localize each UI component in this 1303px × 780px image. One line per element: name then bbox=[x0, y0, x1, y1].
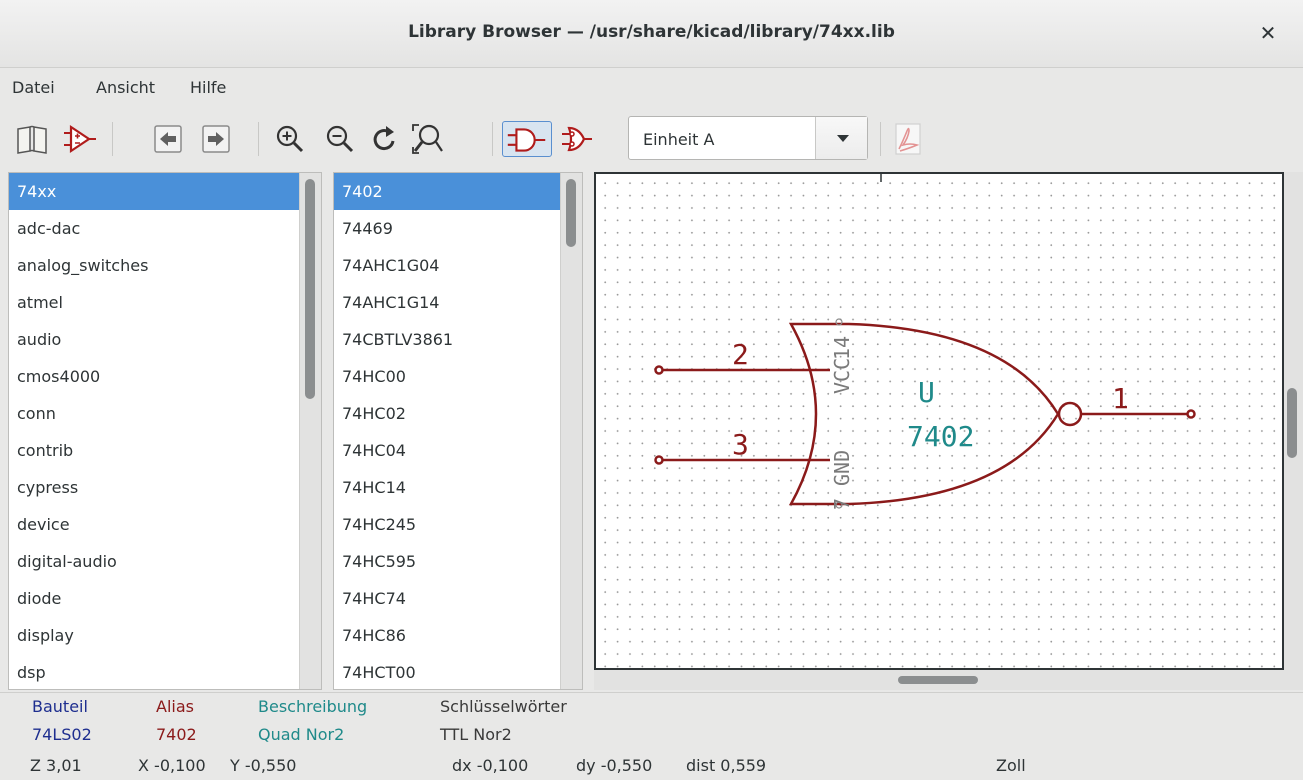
canvas-horizontal-scrollbar[interactable] bbox=[594, 670, 1303, 690]
library-list-scrollbar[interactable] bbox=[299, 173, 321, 689]
close-icon: ✕ bbox=[1259, 21, 1277, 45]
window-title: Library Browser — /usr/share/kicad/libra… bbox=[408, 22, 895, 42]
pin-2-end bbox=[654, 365, 664, 375]
info-label-beschreibung: Beschreibung bbox=[258, 697, 368, 716]
canvas-horizontal-scroll-thumb[interactable] bbox=[898, 676, 978, 684]
symbol-reference: U bbox=[918, 376, 935, 409]
toolbar-separator bbox=[492, 122, 493, 156]
pin-3-number: 3 bbox=[732, 428, 749, 461]
menu-datei[interactable]: Datei bbox=[12, 78, 55, 97]
list-item[interactable]: conn bbox=[9, 395, 299, 432]
info-label-alias: Alias bbox=[156, 697, 194, 716]
menu-bar: Datei Ansicht Hilfe bbox=[0, 68, 1303, 108]
list-item[interactable]: cmos4000 bbox=[9, 358, 299, 395]
toolbar-separator bbox=[880, 122, 881, 156]
list-item[interactable]: audio bbox=[9, 321, 299, 358]
list-item[interactable]: contrib bbox=[9, 432, 299, 469]
status-dist: dist 0,559 bbox=[686, 756, 767, 775]
status-units: Zoll bbox=[996, 756, 1026, 775]
list-item[interactable]: adc-dac bbox=[9, 210, 299, 247]
pin-14-number: 14 bbox=[830, 336, 854, 360]
info-value-bauteil: 74LS02 bbox=[32, 725, 92, 744]
symbol-value: 7402 bbox=[907, 420, 974, 453]
status-dx: dx -0,100 bbox=[452, 756, 529, 775]
list-item[interactable]: 74HC86 bbox=[334, 617, 560, 654]
list-item[interactable]: device bbox=[9, 506, 299, 543]
output-bubble bbox=[1057, 401, 1083, 427]
pin-3-end bbox=[654, 455, 664, 465]
list-item[interactable]: 7402 bbox=[334, 173, 560, 210]
status-x: X -0,100 bbox=[138, 756, 206, 775]
library-icon[interactable] bbox=[14, 121, 50, 157]
list-item[interactable]: 74HC595 bbox=[334, 543, 560, 580]
pin-1-end bbox=[1186, 409, 1196, 419]
body-style-demorgan-icon[interactable] bbox=[560, 121, 596, 157]
list-item[interactable]: 74AHC1G04 bbox=[334, 247, 560, 284]
body-style-normal-button[interactable] bbox=[502, 121, 552, 157]
info-label-bauteil: Bauteil bbox=[32, 697, 88, 716]
info-value-alias: 7402 bbox=[156, 725, 197, 744]
list-item[interactable]: 74HC00 bbox=[334, 358, 560, 395]
nor-gate-symbol: 2 3 1 14 VCC GND 7 U 7402 bbox=[654, 174, 1196, 510]
redraw-icon[interactable] bbox=[366, 121, 402, 157]
list-item[interactable]: 74469 bbox=[334, 210, 560, 247]
symbol-canvas[interactable]: 2 3 1 14 VCC GND 7 U 7402 bbox=[594, 172, 1284, 670]
zoom-fit-icon[interactable] bbox=[410, 121, 446, 157]
zoom-in-icon[interactable] bbox=[272, 121, 308, 157]
list-item[interactable]: 74CBTLV3861 bbox=[334, 321, 560, 358]
info-value-beschreibung: Quad Nor2 bbox=[258, 725, 345, 744]
pin-7-number: 7 bbox=[830, 498, 854, 510]
list-item[interactable]: 74HC02 bbox=[334, 395, 560, 432]
list-item[interactable]: 74HC04 bbox=[334, 432, 560, 469]
zoom-out-icon[interactable] bbox=[322, 121, 358, 157]
component-list-scrollbar[interactable] bbox=[560, 173, 582, 689]
toolbar: Einheit A bbox=[0, 108, 1303, 170]
list-item[interactable]: 74HCT00 bbox=[334, 654, 560, 689]
list-item[interactable]: atmel bbox=[9, 284, 299, 321]
component-list: 7402 74469 74AHC1G04 74AHC1G14 74CBTLV38… bbox=[333, 172, 583, 690]
next-icon[interactable] bbox=[198, 121, 234, 157]
info-label-schluesselwoerter: Schlüsselwörter bbox=[440, 697, 567, 716]
list-item[interactable]: 74AHC1G14 bbox=[334, 284, 560, 321]
list-item[interactable]: digital-audio bbox=[9, 543, 299, 580]
status-zoom: Z 3,01 bbox=[30, 756, 82, 775]
unit-select-value: Einheit A bbox=[643, 130, 715, 149]
list-item[interactable]: diode bbox=[9, 580, 299, 617]
library-list: 74xx adc-dac analog_switches atmel audio… bbox=[8, 172, 322, 690]
previous-icon[interactable] bbox=[150, 121, 186, 157]
pin-1-number: 1 bbox=[1112, 382, 1129, 415]
toolbar-separator bbox=[112, 122, 113, 156]
library-list-scroll-thumb[interactable] bbox=[305, 179, 315, 399]
pin-gnd-name: GND bbox=[830, 450, 854, 486]
status-dy: dy -0,550 bbox=[576, 756, 653, 775]
list-item[interactable]: 74HC245 bbox=[334, 506, 560, 543]
status-y: Y -0,550 bbox=[230, 756, 297, 775]
info-value-schluesselwoerter: TTL Nor2 bbox=[440, 725, 512, 744]
canvas-vertical-scrollbar[interactable] bbox=[1284, 172, 1303, 670]
datasheet-pdf-icon[interactable] bbox=[890, 121, 926, 157]
body-style-normal-icon bbox=[507, 128, 546, 152]
status-bar: Z 3,01 X -0,100 Y -0,550 dx -0,100 dy -0… bbox=[0, 752, 1303, 780]
list-item[interactable]: display bbox=[9, 617, 299, 654]
list-item[interactable]: analog_switches bbox=[9, 247, 299, 284]
component-list-scroll-thumb[interactable] bbox=[566, 179, 576, 247]
component-icon[interactable] bbox=[62, 121, 98, 157]
list-item[interactable]: 74HC74 bbox=[334, 580, 560, 617]
pin-vcc-name: VCC bbox=[830, 358, 854, 394]
chevron-down-icon[interactable] bbox=[815, 117, 867, 159]
component-info-panel: Bauteil 74LS02 Alias 7402 Beschreibung Q… bbox=[0, 692, 1303, 752]
toolbar-separator bbox=[258, 122, 259, 156]
list-item[interactable]: dsp bbox=[9, 654, 299, 689]
menu-hilfe[interactable]: Hilfe bbox=[190, 78, 226, 97]
close-button[interactable]: ✕ bbox=[1255, 20, 1281, 46]
list-item[interactable]: 74xx bbox=[9, 173, 299, 210]
list-item[interactable]: cypress bbox=[9, 469, 299, 506]
title-bar: Library Browser — /usr/share/kicad/libra… bbox=[0, 0, 1303, 68]
pin-2-number: 2 bbox=[732, 338, 749, 371]
canvas-vertical-scroll-thumb[interactable] bbox=[1287, 388, 1297, 458]
list-item[interactable]: 74HC14 bbox=[334, 469, 560, 506]
unit-select[interactable]: Einheit A bbox=[628, 116, 868, 160]
menu-ansicht[interactable]: Ansicht bbox=[96, 78, 155, 97]
